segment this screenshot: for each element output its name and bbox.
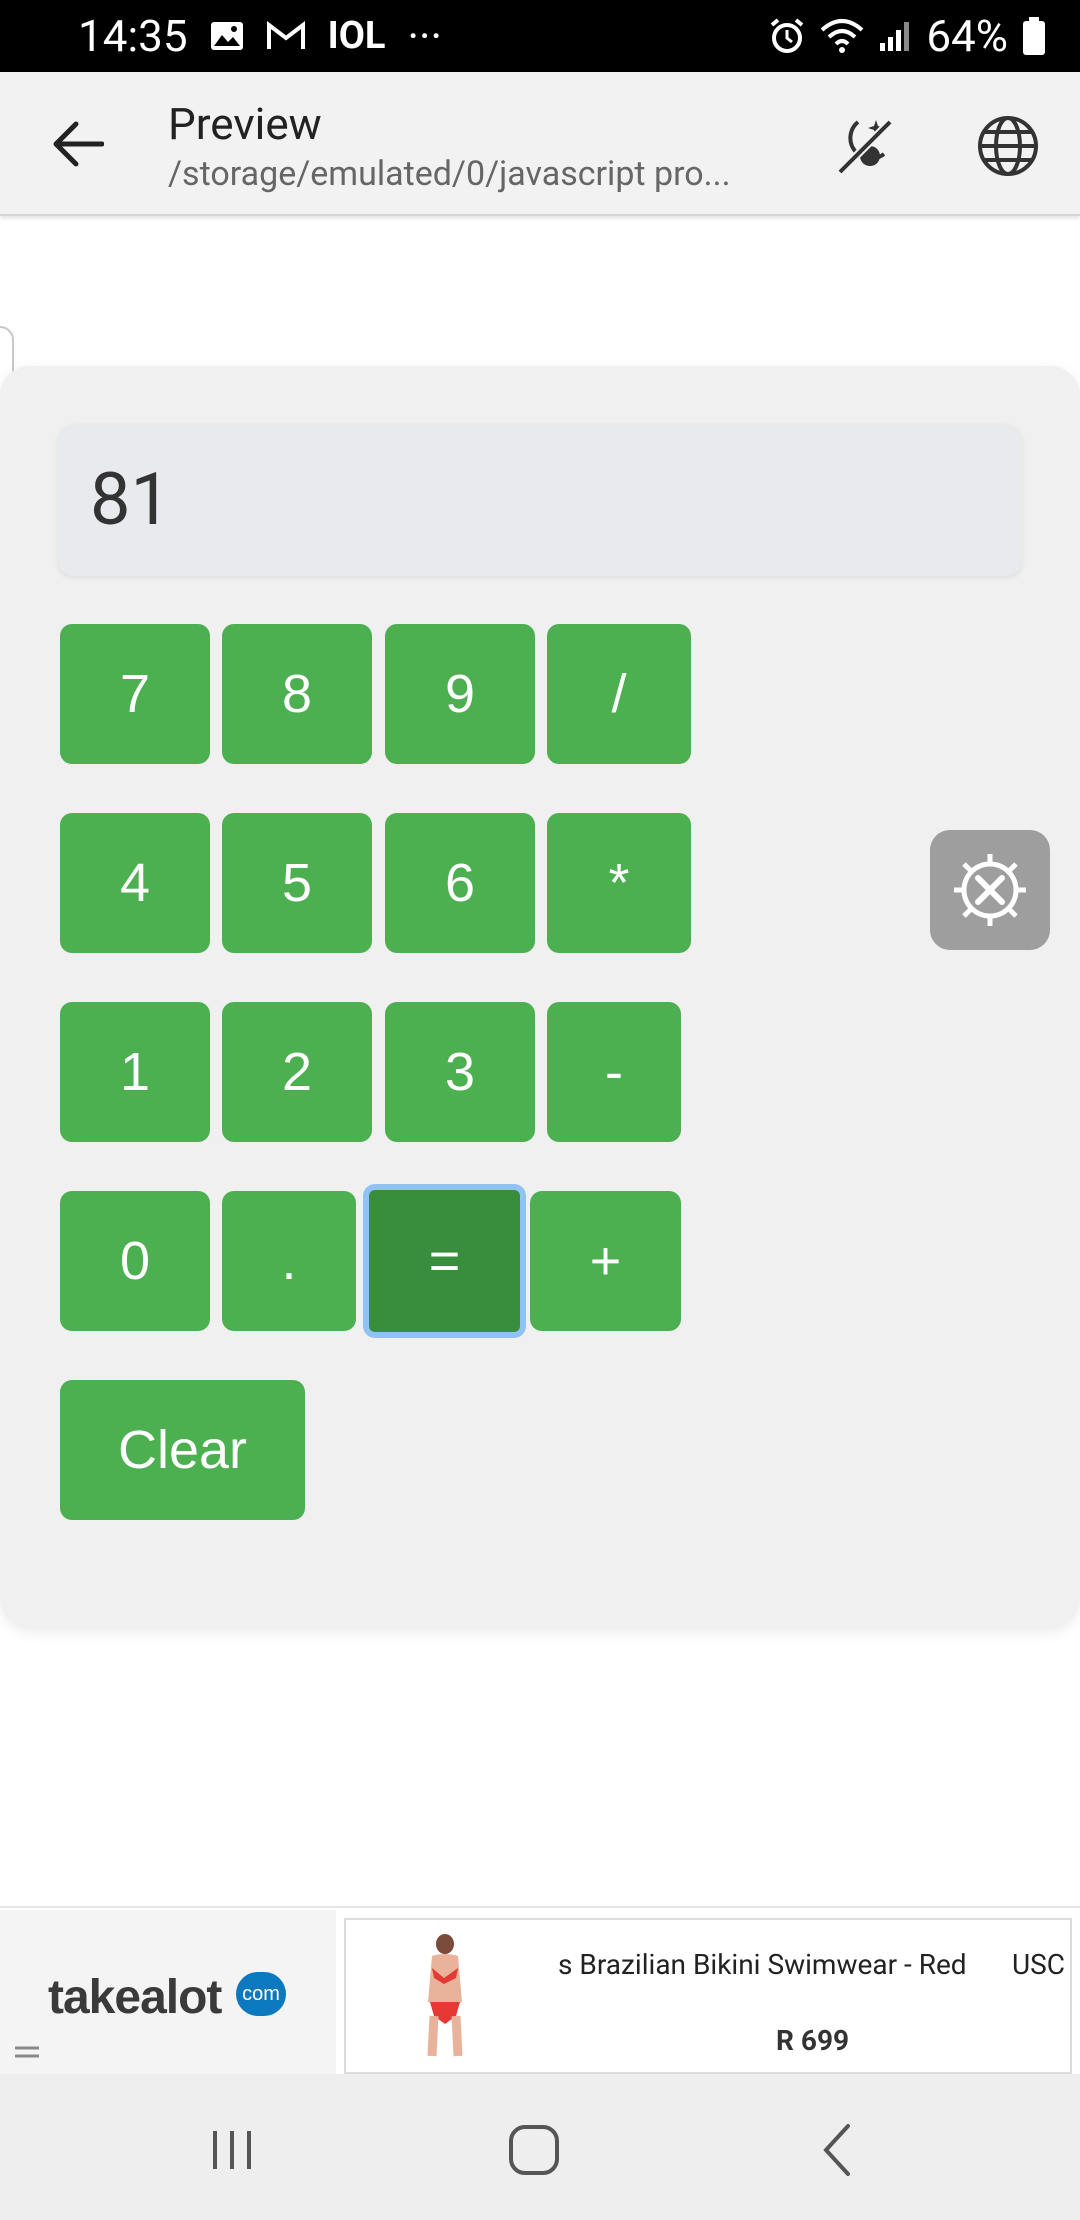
ad-brand-badge: com <box>236 1972 286 2016</box>
app-bar: Preview /storage/emulated/0/javascript p… <box>0 72 1080 216</box>
ad-product-extra: USC <box>1012 1948 1066 1981</box>
arrow-back-icon <box>53 121 104 167</box>
image-icon <box>210 21 244 51</box>
back-button[interactable] <box>40 108 116 180</box>
recents-icon <box>213 2131 251 2169</box>
night-mode-icon <box>837 119 893 175</box>
status-left: 14:35 IOL ··· <box>78 0 442 72</box>
key-equals[interactable]: = <box>363 1184 526 1338</box>
chevron-left-icon <box>823 2124 850 2176</box>
home-button[interactable] <box>494 2110 574 2190</box>
key-decimal[interactable]: . <box>222 1191 356 1331</box>
key-0[interactable]: 0 <box>60 1191 210 1331</box>
wifi-icon <box>820 18 864 54</box>
key-6[interactable]: 6 <box>385 813 535 953</box>
ad-menu-icon[interactable] <box>14 2042 40 2067</box>
key-8[interactable]: 8 <box>222 624 372 764</box>
key-2[interactable]: 2 <box>222 1002 372 1142</box>
key-subtract[interactable]: - <box>547 1002 681 1142</box>
status-right: 64% <box>768 0 1046 72</box>
ad-product-title: s Brazilian Bikini Swimwear - Red <box>558 1948 967 1981</box>
alarm-icon <box>768 17 806 55</box>
signal-icon <box>878 19 912 53</box>
developer-tools-button[interactable] <box>930 830 1050 950</box>
ad-product-price: R 699 <box>776 2024 850 2057</box>
key-3[interactable]: 3 <box>385 1002 535 1142</box>
battery-percent: 64% <box>926 10 1008 62</box>
settings-tools-icon <box>954 854 1026 926</box>
key-5[interactable]: 5 <box>222 813 372 953</box>
gmail-icon <box>266 21 306 51</box>
clear-button[interactable]: Clear <box>60 1380 305 1520</box>
key-add[interactable]: + <box>530 1191 681 1331</box>
ad-product-card[interactable]: s Brazilian Bikini Swimwear - Red USC R … <box>344 1918 1072 2074</box>
status-time: 14:35 <box>78 10 188 62</box>
file-path: /storage/emulated/0/javascript pro... <box>168 154 731 194</box>
more-notifications-icon: ··· <box>407 10 442 62</box>
status-bar: 14:35 IOL ··· 64% <box>0 0 1080 72</box>
system-back-button[interactable] <box>798 2110 878 2190</box>
ad-logo-area[interactable]: takealot com <box>0 1910 336 2076</box>
recent-apps-button[interactable] <box>192 2110 272 2190</box>
key-multiply[interactable]: * <box>547 813 691 953</box>
key-1[interactable]: 1 <box>60 1002 210 1142</box>
home-icon <box>509 2125 559 2175</box>
ad-banner[interactable]: takealot com s Brazilian Bikini Swimwear… <box>0 1906 1080 2076</box>
ad-brand-logo: takealot <box>48 1971 222 2024</box>
open-in-browser-button[interactable] <box>968 108 1048 184</box>
carrier-label: IOL <box>327 14 386 58</box>
calculator-display: 81 <box>58 424 1022 576</box>
key-7[interactable]: 7 <box>60 624 210 764</box>
product-image <box>427 1934 463 2057</box>
key-4[interactable]: 4 <box>60 813 210 953</box>
globe-icon <box>978 116 1038 176</box>
system-nav-bar <box>0 2074 1080 2220</box>
battery-icon <box>1022 16 1046 56</box>
page-title: Preview <box>168 98 322 150</box>
key-divide[interactable]: / <box>547 624 691 764</box>
theme-toggle-button[interactable] <box>826 108 902 184</box>
key-9[interactable]: 9 <box>385 624 535 764</box>
